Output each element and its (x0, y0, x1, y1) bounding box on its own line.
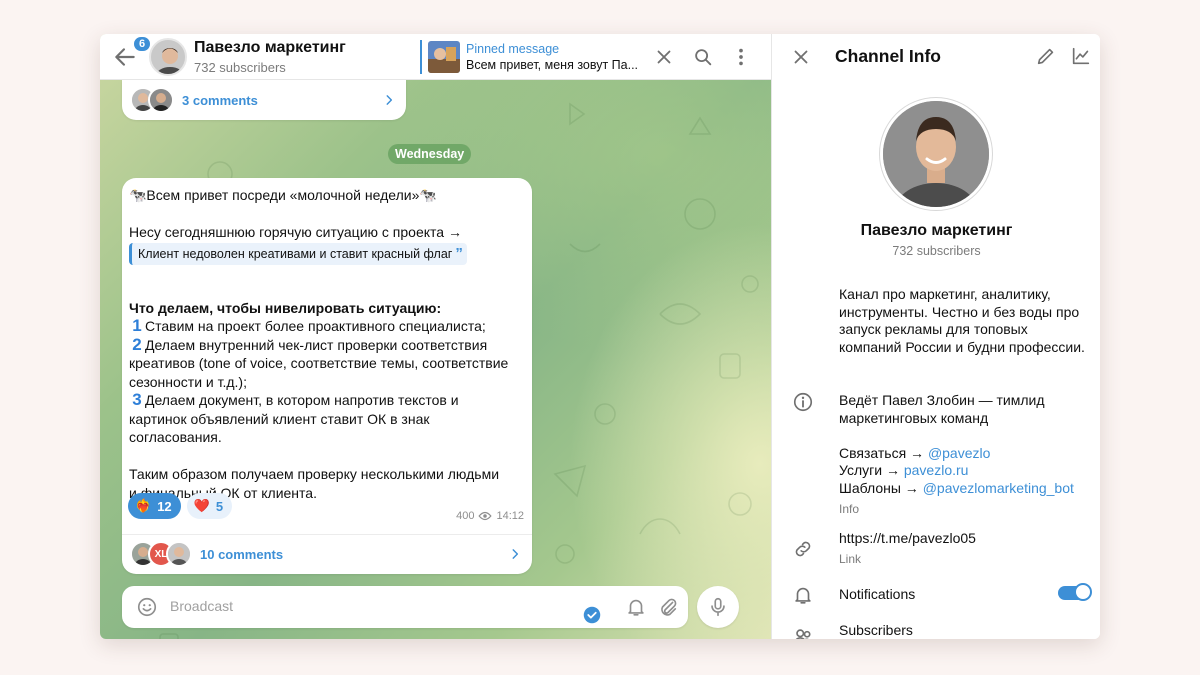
bell-icon[interactable] (625, 596, 647, 618)
list-item-text: креативов (tone of voice, соответствие т… (129, 355, 509, 371)
contact-link[interactable]: @pavezlo (928, 445, 990, 461)
link-section[interactable]: https://t.me/pavezlo05 Link (839, 530, 1094, 568)
emoji-icon[interactable] (136, 596, 158, 618)
quote-text: Клиент недоволен креативами и ставит кра… (138, 246, 453, 261)
mic-icon (711, 597, 725, 617)
message-composer: Broadcast (122, 586, 688, 628)
subscriber-count: 732 subscribers (892, 244, 981, 258)
message-heading: Что делаем, чтобы нивелировать ситуацию: (129, 299, 442, 316)
commenter-avatar (148, 87, 174, 113)
services-link[interactable]: pavezlo.ru (904, 462, 969, 478)
chevron-right-icon (386, 95, 393, 105)
templates-label: Шаблоны → (839, 479, 923, 496)
list-item-text: Ставим на проект более проактивного спец… (145, 318, 486, 334)
comments-count: 10 comments (200, 546, 284, 562)
subscriber-count: 732 subscribers (194, 60, 286, 75)
comments-count: 3 comments (182, 92, 258, 108)
broadcast-input[interactable]: Broadcast (170, 598, 233, 614)
list-item-text: согласования. (129, 429, 222, 445)
list-item-text: Делаем документ, в котором напротив текс… (145, 392, 459, 408)
chat-header: 6 Павезло маркетинг 732 subscribers Pinn… (100, 34, 771, 80)
mic-button[interactable] (697, 586, 739, 628)
info-caption: Info (839, 501, 860, 516)
message-line: 🐄Всем привет посреди «молочной недели»🐄 (129, 187, 437, 203)
pinned-thumbnail (428, 41, 460, 73)
reaction-button[interactable]: ❤️‍🔥 12 (128, 493, 181, 519)
eye-icon (478, 511, 493, 521)
services-label: Услуги → (839, 462, 904, 479)
check-circle-icon[interactable] (583, 606, 601, 624)
number-one-icon: 1 (132, 316, 142, 335)
more-vert-icon[interactable] (730, 46, 752, 68)
heart-icon: ❤️ (193, 498, 210, 513)
reaction-button[interactable]: ❤️ 5 (186, 493, 233, 519)
channel-info-panel: Channel Info Павезло маркетинг 732 subsc… (771, 34, 1100, 639)
pinned-label: Pinned message (466, 41, 560, 56)
reaction-count: 5 (215, 498, 224, 514)
divider (122, 534, 532, 535)
led-by-text: Ведёт Павел Злобин — тимлид маркетинговы… (839, 392, 1045, 426)
reaction-count: 12 (157, 498, 172, 514)
channel-link[interactable]: https://t.me/pavezlo05 (839, 530, 1094, 548)
view-count: 400 (456, 510, 475, 522)
pinned-message-bar[interactable]: Pinned message Всем привет, меня зовут П… (420, 40, 642, 74)
commenter-avatar (166, 541, 192, 567)
message-bubble: 🐄Всем привет посреди «молочной недели»🐄 … (122, 178, 532, 574)
stats-icon[interactable] (1070, 45, 1092, 67)
message-line: Таким образом получаем проверку нескольк… (129, 466, 500, 482)
telegram-window: 6 Павезло маркетинг 732 subscribers Pinn… (100, 34, 1100, 639)
message-meta: 400 14:12 (456, 509, 524, 523)
templates-link[interactable]: @pavezlomarketing_bot (923, 480, 1074, 496)
heart-on-fire-icon: ❤️‍🔥 (135, 498, 152, 513)
close-icon[interactable] (653, 46, 675, 68)
info-section: Ведёт Павел Злобин — тимлид маркетинговы… (839, 392, 1094, 518)
close-icon[interactable] (790, 46, 812, 68)
edit-icon[interactable] (1035, 45, 1057, 67)
date-separator: Wednesday (388, 144, 472, 164)
chat-area: 6 Павезло маркетинг 732 subscribers Pinn… (100, 34, 771, 639)
channel-title[interactable]: Павезло маркетинг (194, 39, 346, 57)
list-item-text: Делаем внутренний чек-лист проверки соот… (145, 336, 488, 353)
attach-icon[interactable] (657, 596, 679, 618)
channel-avatar[interactable] (149, 38, 187, 76)
subscribers-item[interactable]: Subscribers (839, 622, 1094, 639)
message-quote: Клиент недоволен креативами и ставит кра… (129, 242, 467, 265)
pinned-text: Всем привет, меня зовут Па... (466, 57, 639, 72)
chevron-right-icon (512, 549, 519, 559)
search-icon[interactable] (692, 46, 714, 68)
panel-title: Channel Info (835, 46, 941, 66)
message-line: Несу сегодняшнюю горячую ситуацию с прое… (129, 224, 462, 240)
link-icon (795, 541, 811, 557)
notifications-toggle[interactable] (1058, 583, 1092, 601)
quote-icon: ” (455, 244, 463, 262)
number-two-icon: 2 (132, 334, 142, 354)
channel-description: Канал про маркетинг, аналитику, инструме… (839, 286, 1085, 355)
bell-icon (795, 587, 811, 604)
previous-comments-link[interactable]: 3 comments (122, 87, 406, 113)
previous-message-bubble: 3 comments (122, 80, 406, 120)
channel-avatar-large[interactable] (880, 98, 992, 210)
list-item-text: сезонности и т.д.); (129, 373, 247, 390)
comments-link[interactable]: XL 10 comments (122, 538, 532, 570)
message-text: 🐄Всем привет посреди «молочной недели»🐄 … (129, 186, 525, 502)
notifications-label: Notifications (839, 586, 916, 602)
message-time: 14:12 (496, 510, 524, 522)
people-icon (795, 629, 811, 639)
list-item-text: картинок объявлений клиент ставит ОК в з… (129, 410, 430, 427)
channel-name: Павезло маркетинг (860, 222, 1013, 239)
contact-label: Связаться → (839, 444, 928, 461)
reactions: ❤️‍🔥 12 ❤️ 5 (128, 493, 233, 519)
info-icon (793, 392, 813, 412)
number-three-icon: 3 (132, 390, 142, 409)
toggle-knob (1074, 583, 1092, 601)
link-caption: Link (839, 551, 862, 566)
